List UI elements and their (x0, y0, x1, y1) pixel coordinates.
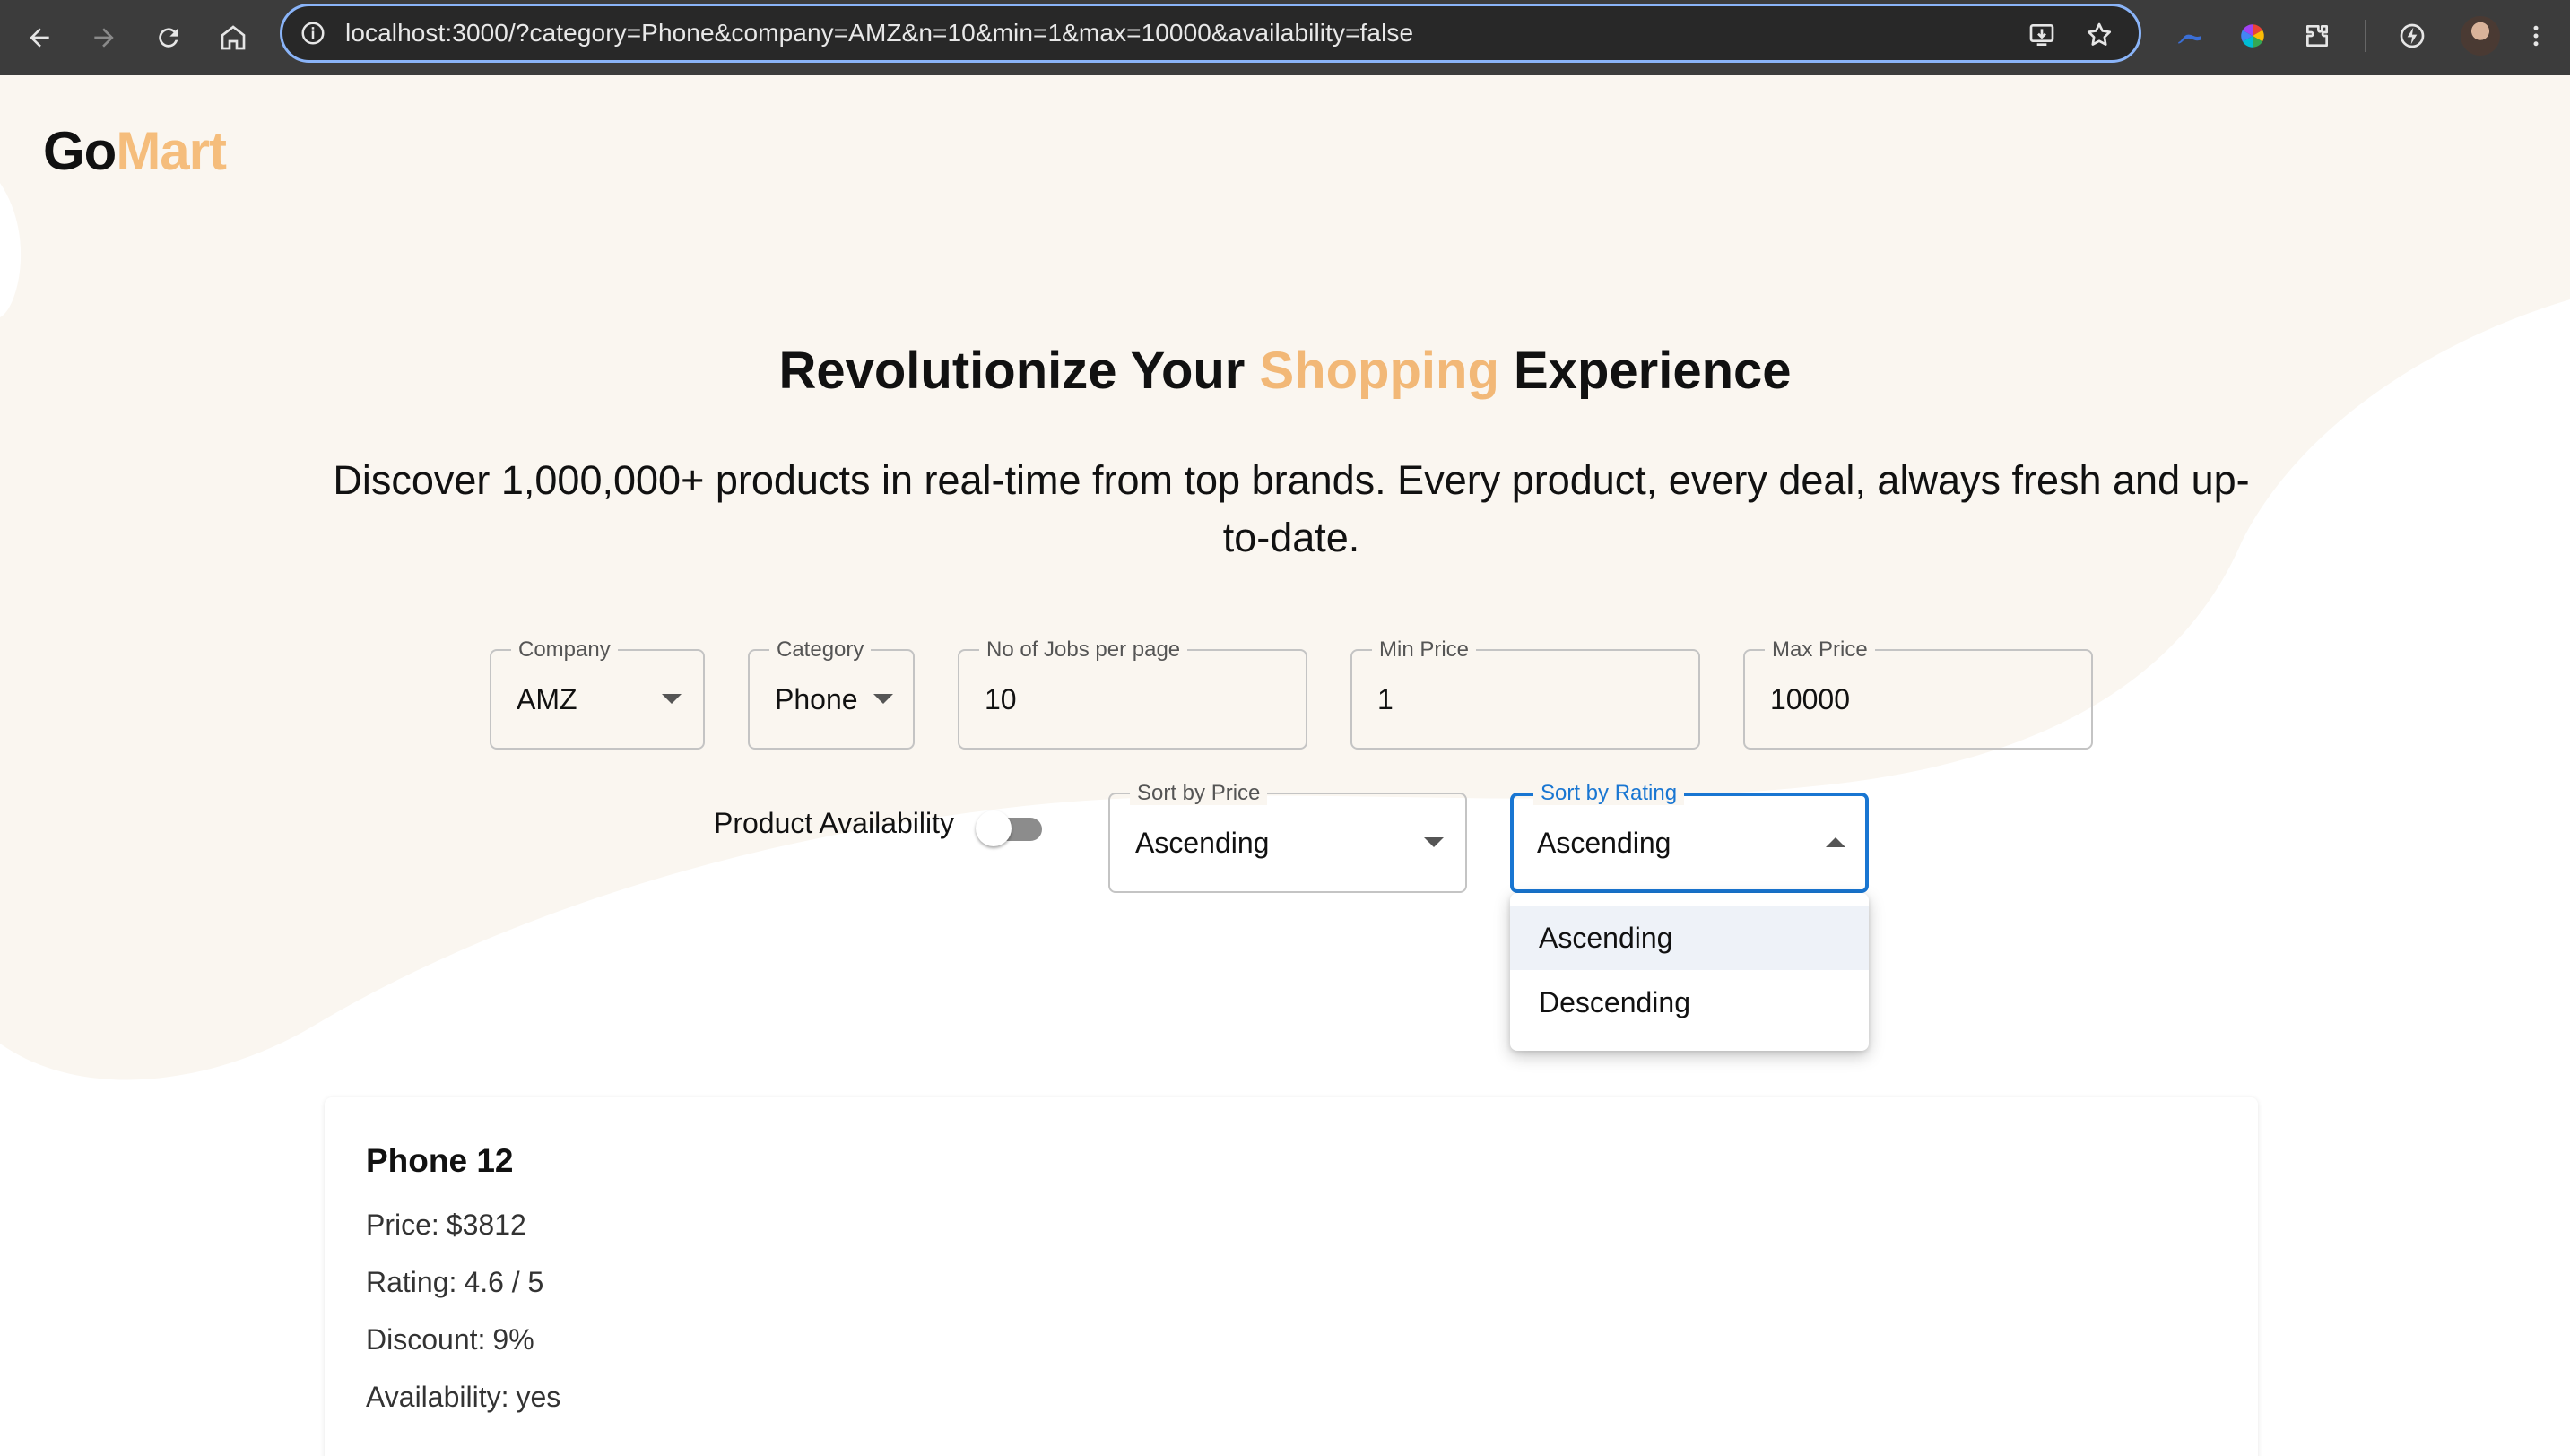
menu-option-ascending[interactable]: Ascending (1510, 906, 1869, 970)
max-price-value[interactable]: 10000 (1770, 683, 1850, 716)
company-value: AMZ (517, 683, 577, 715)
sort-price-value: Ascending (1135, 827, 1270, 859)
extension-wave-icon[interactable] (2168, 14, 2211, 57)
product-availability: Availability: yes (366, 1381, 560, 1414)
category-select[interactable]: Category Phone (748, 638, 915, 750)
headline-text-start: Revolutionize Your (778, 342, 1246, 400)
discount-value: 9% (492, 1323, 534, 1356)
min-price-value[interactable]: 1 (1377, 683, 1394, 716)
product-name: Phone 12 (366, 1142, 514, 1179)
hero-headline: Revolutionize Your Shopping Experience (0, 341, 2570, 401)
toggle-thumb[interactable] (976, 810, 1012, 846)
category-value: Phone (775, 683, 858, 715)
brand-logo[interactable]: GoMart (43, 120, 227, 182)
discount-label: Discount: (366, 1323, 486, 1356)
profile-avatar[interactable] (2461, 16, 2500, 56)
availability-toggle[interactable] (976, 809, 1046, 848)
back-icon[interactable] (14, 13, 65, 63)
price-value: $3812 (446, 1209, 526, 1241)
sort-rating-select[interactable]: Sort by Rating Ascending (1510, 782, 1869, 893)
headline-text-end: Experience (1514, 342, 1792, 400)
availability-label: Product Availability (714, 807, 954, 839)
min-price-input[interactable]: Min Price 1 (1350, 638, 1700, 750)
color-wheel-extension-icon[interactable] (2231, 14, 2274, 57)
menu-kebab-icon[interactable] (2520, 14, 2552, 57)
forward-icon[interactable] (79, 13, 129, 63)
chevron-down-icon (1424, 837, 1444, 847)
rating-label: Rating: (366, 1266, 457, 1298)
sort-price-select[interactable]: Sort by Price Ascending (1108, 782, 1467, 893)
menu-option-descending[interactable]: Descending (1510, 970, 1869, 1035)
min-price-label: Min Price (1372, 638, 1477, 662)
sort-rating-menu: Ascending Descending (1510, 893, 1869, 1051)
product-card[interactable]: Phone 12 Price: $3812 Rating: 4.6 / 5 Disc… (325, 1097, 2258, 1456)
browser-toolbar: localhost:3000/?category=Phone&company=A… (0, 0, 2570, 75)
category-label: Category (769, 638, 872, 662)
availability-field-label: Availability: (366, 1381, 509, 1413)
hero-subline: Discover 1,000,000+ products in real-tim… (333, 457, 2250, 560)
company-label: Company (511, 638, 618, 662)
per-page-value[interactable]: 10 (985, 683, 1017, 716)
product-price: Price: $3812 (366, 1209, 526, 1242)
toolbar-divider (2365, 20, 2366, 52)
install-app-icon[interactable] (2024, 17, 2060, 53)
site-info-icon[interactable] (297, 17, 329, 49)
brand-part-go: Go (43, 121, 117, 181)
max-price-label: Max Price (1765, 638, 1875, 662)
page: GoMart Revolutionize Your Shopping Exper… (0, 75, 2570, 1456)
product-rating: Rating: 4.6 / 5 (366, 1266, 543, 1299)
per-page-input[interactable]: No of Jobs per page 10 (958, 638, 1307, 750)
chevron-down-icon (873, 694, 893, 704)
extensions-puzzle-icon[interactable] (2296, 14, 2339, 57)
bookmark-star-icon[interactable] (2081, 17, 2117, 53)
headline-accent-word: Shopping (1259, 342, 1499, 400)
reload-icon[interactable] (143, 13, 194, 63)
company-select[interactable]: Company AMZ (490, 638, 705, 750)
product-discount: Discount: 9% (366, 1323, 534, 1356)
max-price-input[interactable]: Max Price 10000 (1743, 638, 2093, 750)
url-text[interactable]: localhost:3000/?category=Phone&company=A… (345, 19, 1413, 48)
brand-part-mart: Mart (116, 121, 227, 181)
performance-icon[interactable] (2391, 14, 2434, 57)
price-label: Price: (366, 1209, 439, 1241)
sort-price-label: Sort by Price (1130, 782, 1268, 805)
chevron-up-icon (1826, 837, 1845, 847)
home-icon[interactable] (208, 13, 258, 63)
chevron-down-icon (662, 694, 682, 704)
rating-value: 4.6 / 5 (464, 1266, 544, 1298)
per-page-label: No of Jobs per page (979, 638, 1188, 662)
sort-rating-label: Sort by Rating (1533, 782, 1685, 805)
address-bar[interactable]: localhost:3000/?category=Phone&company=A… (280, 4, 2141, 63)
availability-value: yes (516, 1381, 561, 1413)
sort-rating-value: Ascending (1537, 827, 1671, 859)
